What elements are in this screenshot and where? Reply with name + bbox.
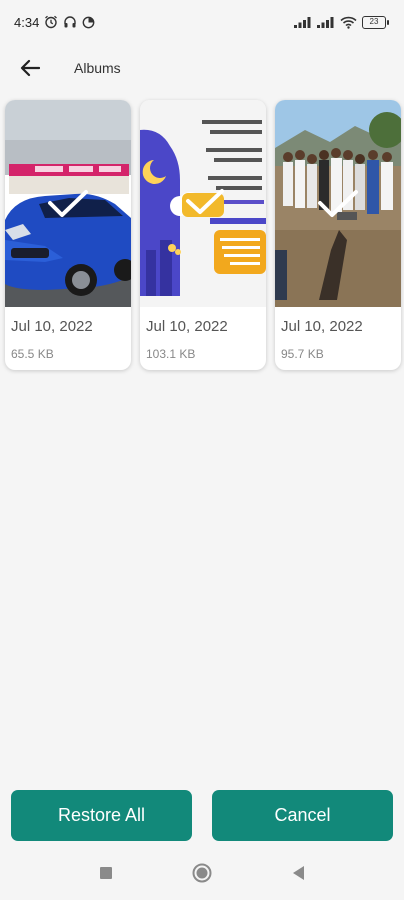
page-title: Albums	[74, 60, 121, 76]
wifi-icon	[340, 16, 357, 29]
action-buttons: Restore All Cancel	[11, 790, 393, 841]
arabic-greeting-graphic	[140, 100, 266, 307]
system-back-button[interactable]	[286, 861, 310, 885]
status-left: 4:34	[14, 15, 95, 30]
back-triangle-icon	[293, 866, 304, 880]
status-time: 4:34	[14, 14, 40, 30]
photo-card[interactable]: Jul 10, 2022 103.1 KB	[140, 100, 266, 370]
status-right: 23	[294, 15, 389, 29]
status-bar: 4:34 23	[0, 0, 404, 44]
blue-car-photo	[5, 100, 131, 307]
photo-date: Jul 10, 2022	[146, 318, 228, 335]
data-saver-icon	[82, 16, 95, 29]
alarm-icon	[44, 15, 58, 29]
cancel-button[interactable]: Cancel	[212, 790, 393, 841]
photo-size: 65.5 KB	[11, 347, 54, 361]
battery-icon: 23	[362, 15, 389, 29]
photo-grid: Jul 10, 2022 65.5 KB Jul 10, 2022 103.1 …	[5, 100, 401, 370]
home-circle-icon	[192, 863, 212, 883]
photo-card[interactable]: Jul 10, 2022 65.5 KB	[5, 100, 131, 370]
headphones-icon	[63, 15, 77, 29]
photo-date: Jul 10, 2022	[11, 318, 93, 335]
home-button[interactable]	[190, 861, 214, 885]
signal-icon	[317, 16, 335, 28]
recents-button[interactable]	[94, 861, 118, 885]
signal-icon	[294, 16, 312, 28]
photo-size: 103.1 KB	[146, 347, 196, 361]
recents-square-icon	[100, 867, 112, 879]
group-photo-outdoors	[275, 100, 401, 307]
photo-card[interactable]: Jul 10, 2022 95.7 KB	[275, 100, 401, 370]
photo-thumbnail	[275, 100, 401, 307]
back-button[interactable]	[6, 44, 54, 92]
photo-date: Jul 10, 2022	[281, 318, 363, 335]
photo-size: 95.7 KB	[281, 347, 324, 361]
photo-thumbnail	[5, 100, 131, 307]
system-nav-bar	[0, 850, 404, 900]
restore-all-button[interactable]: Restore All	[11, 790, 192, 841]
arrow-left-icon	[20, 59, 40, 77]
photo-thumbnail	[140, 100, 266, 307]
battery-level: 23	[369, 17, 379, 26]
app-bar: Albums	[0, 44, 404, 92]
